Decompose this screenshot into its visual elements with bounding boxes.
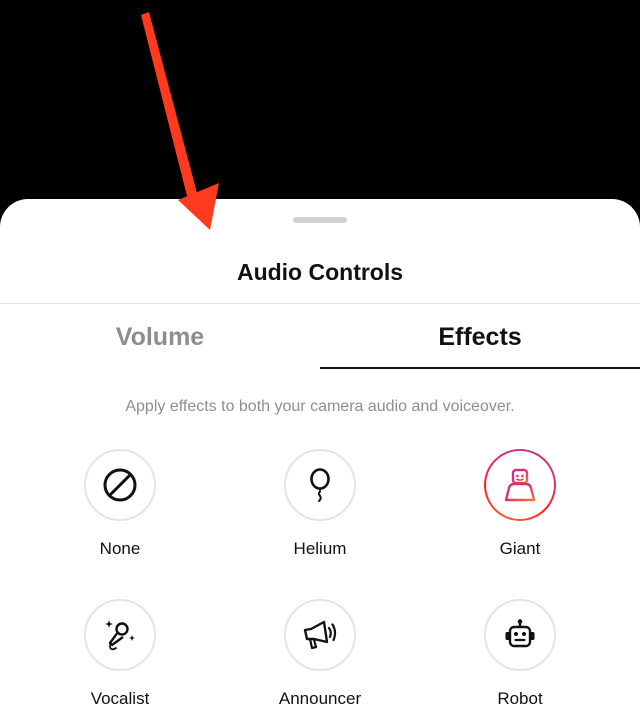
sheet-title: Audio Controls xyxy=(236,259,404,285)
giant-icon xyxy=(504,468,536,502)
sheet-grabber[interactable] xyxy=(293,217,347,223)
tab-effects[interactable]: Effects xyxy=(320,319,640,369)
effect-label: Announcer xyxy=(278,689,362,708)
effect-giant-button[interactable] xyxy=(484,449,556,521)
effect-vocalist[interactable]: Vocalist xyxy=(40,599,200,719)
balloon-icon xyxy=(310,468,330,502)
no-effect-icon xyxy=(103,468,137,502)
effect-label: None xyxy=(99,539,141,558)
robot-icon xyxy=(505,619,535,648)
tab-volume[interactable]: Volume xyxy=(0,319,320,369)
effect-vocalist-button[interactable] xyxy=(84,599,156,671)
effect-announcer-button[interactable] xyxy=(284,599,356,671)
effect-label: Helium xyxy=(293,539,347,558)
effect-label: Giant xyxy=(499,539,541,558)
effect-helium-button[interactable] xyxy=(284,449,356,521)
effect-robot[interactable]: Robot xyxy=(440,599,600,719)
effect-label: Robot xyxy=(497,689,543,708)
effect-none[interactable]: None xyxy=(40,449,200,569)
effect-label: Vocalist xyxy=(90,689,150,708)
effect-robot-button[interactable] xyxy=(484,599,556,671)
effect-giant[interactable]: Giant xyxy=(440,449,600,569)
active-tab-indicator xyxy=(320,367,640,369)
effect-none-button[interactable] xyxy=(84,449,156,521)
effect-helium[interactable]: Helium xyxy=(240,449,400,569)
megaphone-icon xyxy=(303,620,337,650)
effects-hint: Apply effects to both your camera audio … xyxy=(125,398,515,415)
microphone-icon xyxy=(105,620,135,651)
effect-announcer[interactable]: Announcer xyxy=(240,599,400,719)
audio-controls-sheet: Audio Controls Volume Effects Apply effe… xyxy=(0,199,640,722)
title-divider xyxy=(0,303,640,304)
